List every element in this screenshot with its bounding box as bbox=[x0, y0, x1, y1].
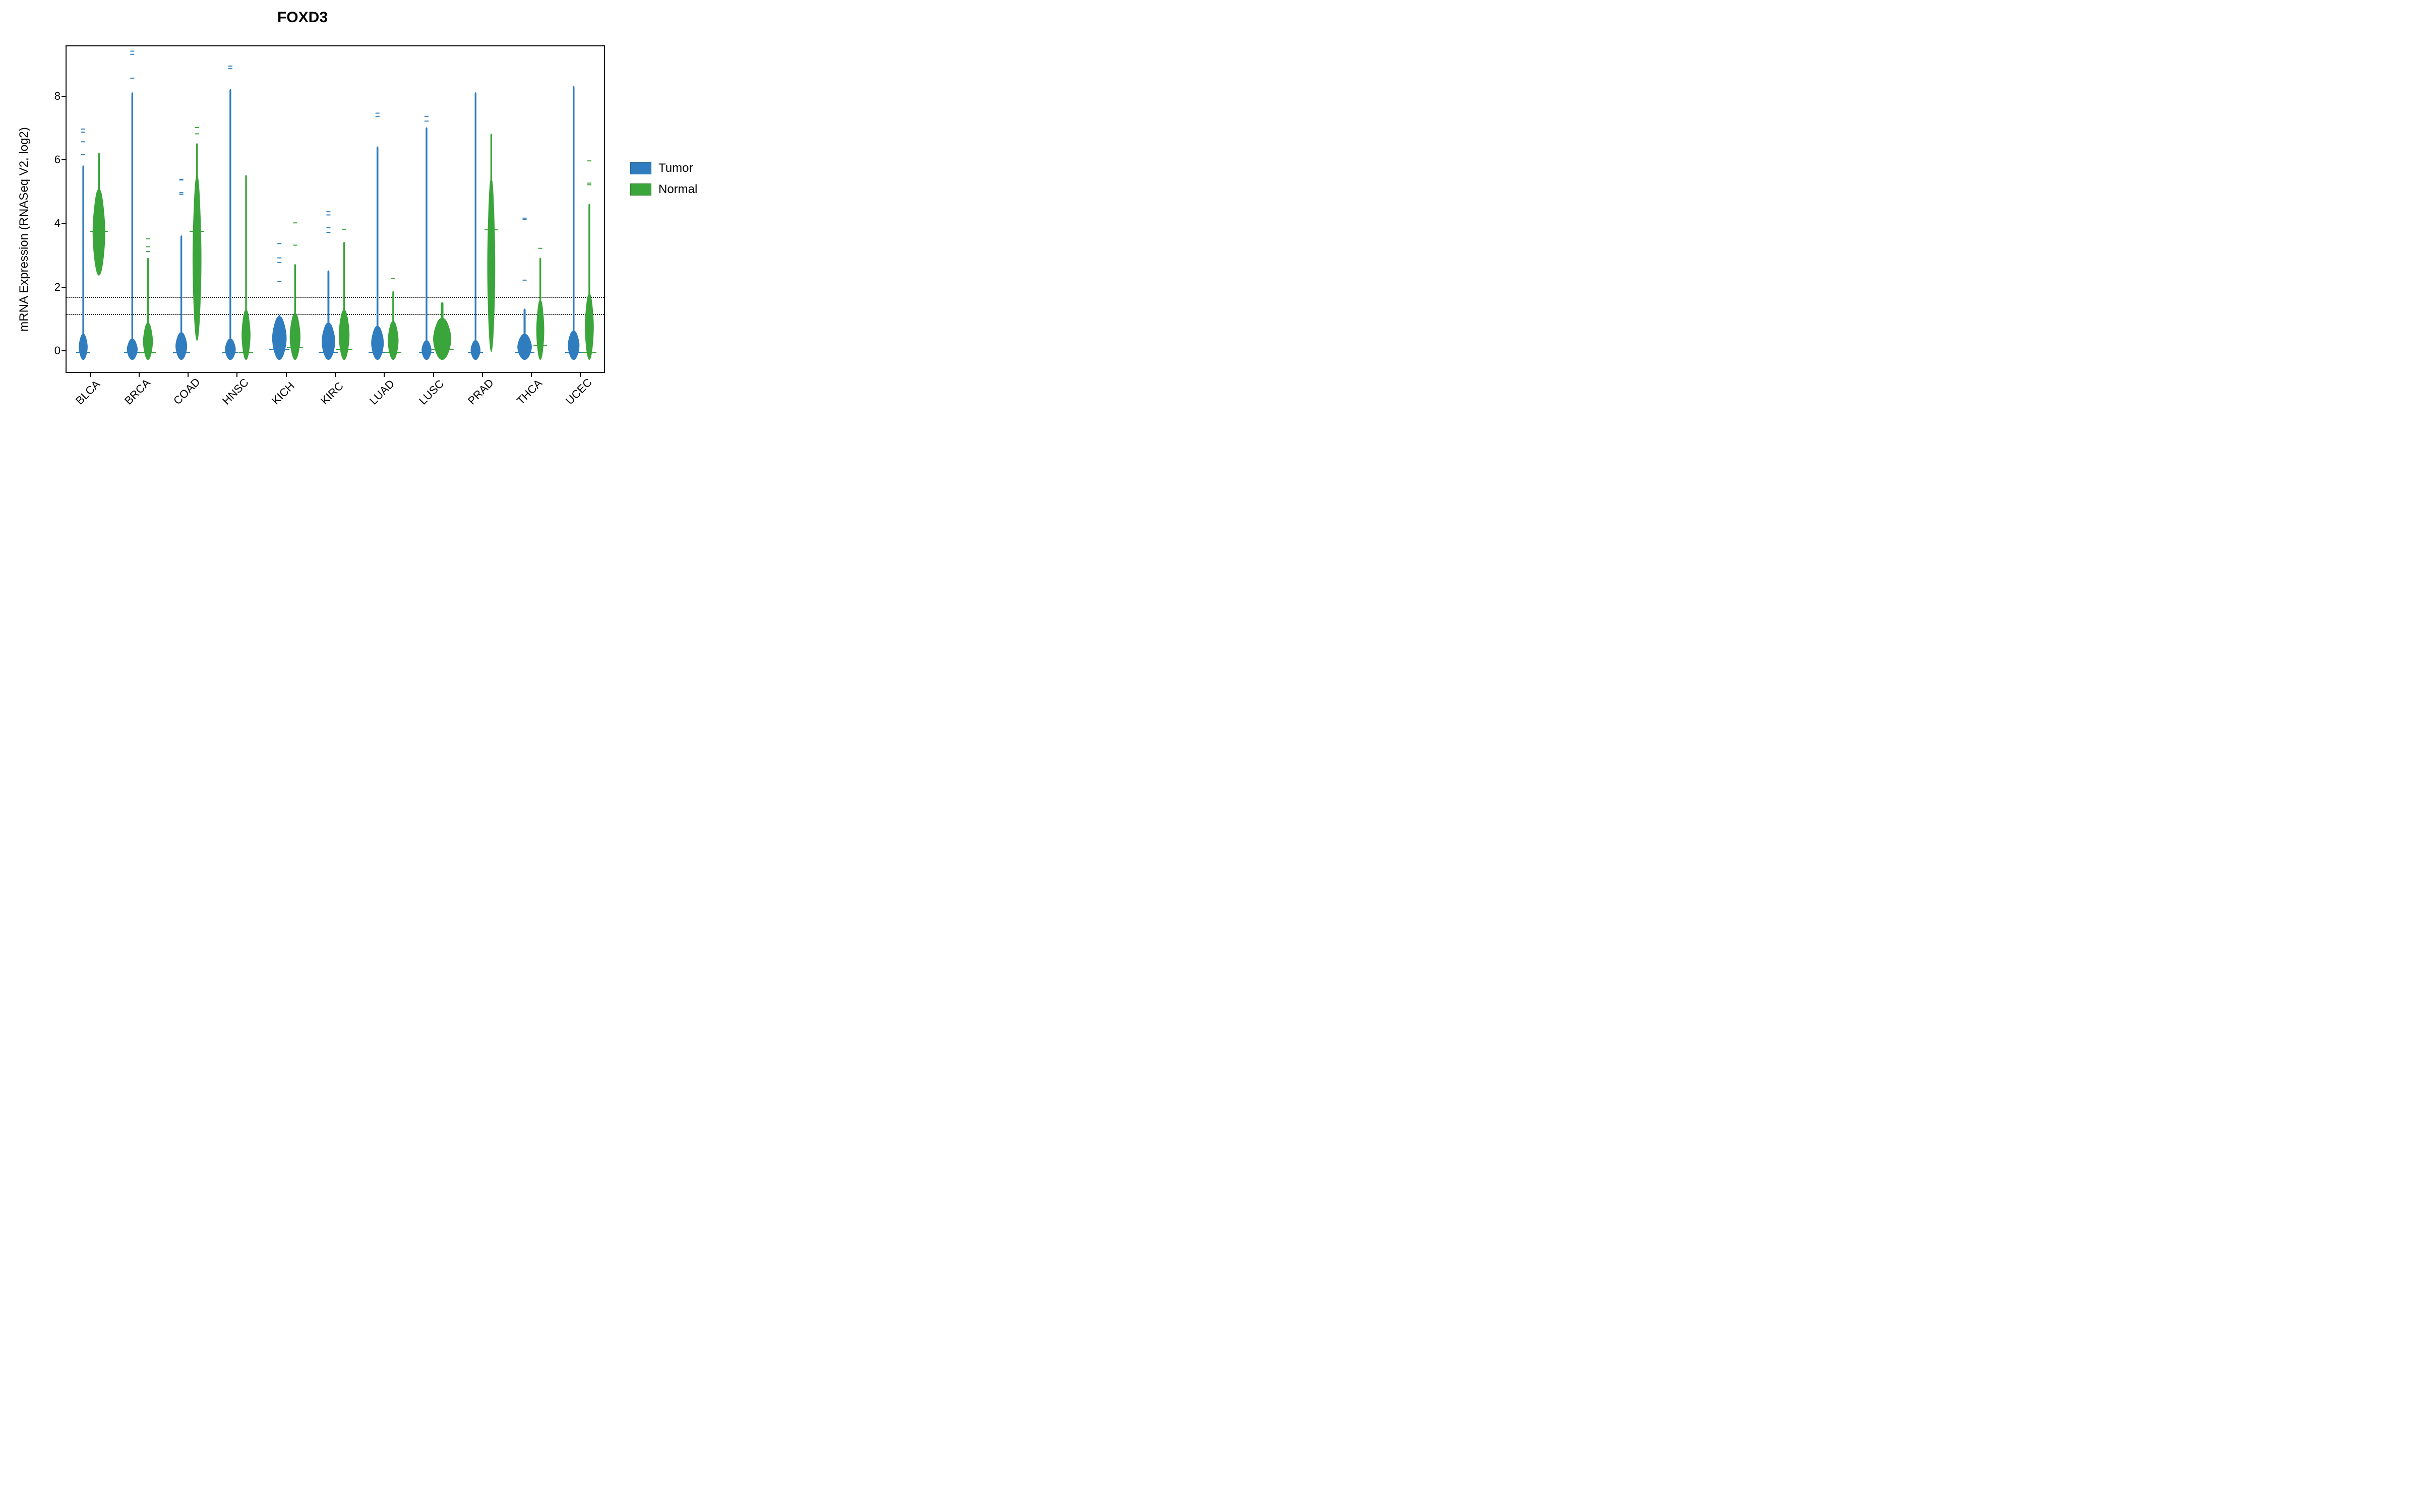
ytick-mark bbox=[62, 159, 66, 160]
xtick-mark bbox=[531, 373, 532, 377]
xtick-mark bbox=[384, 373, 385, 377]
violin-median bbox=[582, 352, 597, 353]
xtick-mark bbox=[139, 373, 140, 377]
xtick-label: HNSC bbox=[220, 376, 251, 407]
xtick-label: KICH bbox=[269, 380, 297, 408]
plot-area bbox=[66, 45, 605, 373]
ytick-mark bbox=[62, 223, 66, 224]
chart-canvas: FOXD3 mRNA Expression (RNASeq V2, log2) … bbox=[0, 0, 746, 466]
xtick-mark bbox=[482, 373, 483, 377]
ytick-label: 4 bbox=[30, 217, 60, 230]
ytick-label: 0 bbox=[30, 344, 60, 357]
xtick-label: COAD bbox=[171, 375, 203, 407]
xtick-label: UCEC bbox=[563, 376, 594, 407]
xtick-label: LUSC bbox=[416, 377, 447, 408]
ytick-label: 8 bbox=[30, 90, 60, 103]
legend-label-normal: Normal bbox=[658, 182, 697, 197]
xtick-label: BRCA bbox=[122, 376, 153, 408]
xtick-label: THCA bbox=[514, 377, 545, 408]
xtick-label: LUAD bbox=[367, 377, 397, 408]
xtick-label: PRAD bbox=[465, 376, 497, 408]
xtick-mark bbox=[580, 373, 581, 377]
legend-swatch-tumor bbox=[630, 162, 651, 174]
xtick-mark bbox=[286, 373, 287, 377]
legend-item-normal: Normal bbox=[630, 182, 697, 197]
xtick-mark bbox=[188, 373, 189, 377]
legend-swatch-normal bbox=[630, 183, 651, 196]
legend: Tumor Normal bbox=[630, 161, 697, 204]
ytick-mark bbox=[62, 96, 66, 97]
xtick-mark bbox=[335, 373, 336, 377]
chart-title: FOXD3 bbox=[0, 9, 605, 26]
xtick-mark bbox=[433, 373, 434, 377]
xtick-mark bbox=[236, 373, 237, 377]
ytick-mark bbox=[62, 287, 66, 288]
ytick-label: 2 bbox=[30, 281, 60, 294]
violin bbox=[67, 46, 606, 374]
xtick-label: KIRC bbox=[318, 380, 346, 408]
legend-label-tumor: Tumor bbox=[658, 161, 693, 175]
xtick-label: BLCA bbox=[73, 377, 103, 407]
ytick-label: 6 bbox=[30, 153, 60, 166]
xtick-mark bbox=[90, 373, 91, 377]
legend-item-tumor: Tumor bbox=[630, 161, 697, 175]
ytick-mark bbox=[62, 350, 66, 351]
